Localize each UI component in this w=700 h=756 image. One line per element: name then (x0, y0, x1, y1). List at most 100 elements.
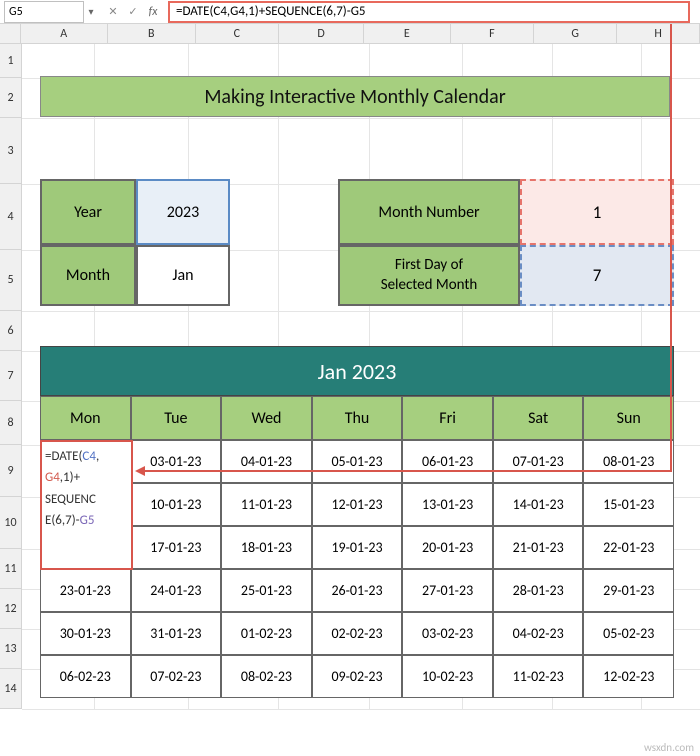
calendar-cell[interactable]: 02-02-23 (312, 612, 403, 655)
column-header[interactable]: H (617, 24, 700, 43)
calendar-cell[interactable]: 13-01-23 (402, 483, 493, 526)
row-header[interactable]: 14 (0, 669, 22, 709)
row-header[interactable]: 13 (0, 629, 22, 669)
formula-buttons: ✕ ✓ fx (104, 3, 162, 21)
calendar-row: 06-02-2307-02-2308-02-2309-02-2310-02-23… (40, 655, 674, 698)
calendar-cell[interactable]: 01-02-23 (221, 612, 312, 655)
row-header[interactable]: 2 (0, 78, 22, 118)
calendar-cell[interactable]: 09-02-23 (312, 655, 403, 698)
calendar-cell[interactable]: 23-01-23 (40, 569, 131, 612)
formula-ref-g4: G4 (45, 470, 60, 485)
page-title: Making Interactive Monthly Calendar (40, 76, 670, 117)
grid[interactable]: Making Interactive Monthly Calendar Year… (22, 44, 700, 709)
calendar-cell[interactable]: 14-01-23 (493, 483, 584, 526)
row-header[interactable]: 10 (0, 497, 22, 549)
column-header[interactable]: A (21, 24, 108, 43)
calendar-cell[interactable]: 06-01-23 (402, 440, 493, 483)
calendar-cell[interactable]: 21-01-23 (493, 526, 584, 569)
calendar-cell[interactable]: 20-01-23 (402, 526, 493, 569)
column-header[interactable]: C (196, 24, 280, 43)
calendar: Jan 2023 MonTueWedThuFriSatSun 03-01-230… (40, 346, 674, 698)
calendar-day-header: Sun (583, 396, 674, 440)
first-day-label-line1: First Day of (395, 256, 463, 276)
row-header[interactable]: 9 (0, 445, 22, 497)
calendar-cell[interactable]: 04-01-23 (221, 440, 312, 483)
row-header[interactable]: 5 (0, 250, 22, 311)
calendar-title: Jan 2023 (40, 346, 674, 396)
row-header[interactable]: 1 (0, 44, 22, 78)
calendar-cell[interactable]: 22-01-23 (583, 526, 674, 569)
row-header[interactable]: 7 (0, 351, 22, 401)
column-header[interactable]: F (451, 24, 535, 43)
column-header[interactable]: B (108, 24, 195, 43)
column-header[interactable]: D (279, 24, 364, 43)
month-number-cell[interactable]: 1 (520, 179, 674, 245)
calendar-cell[interactable]: 04-02-23 (493, 612, 584, 655)
first-day-label-line2: Selected Month (381, 276, 478, 296)
calendar-row: 23-01-2324-01-2325-01-2326-01-2327-01-23… (40, 569, 674, 612)
formula-part: =DATE( (45, 449, 82, 464)
name-box[interactable]: G5 (4, 1, 84, 23)
calendar-cell[interactable]: 17-01-23 (131, 526, 222, 569)
calendar-header-row: MonTueWedThuFriSatSun (40, 396, 674, 440)
calendar-cell[interactable]: 24-01-23 (131, 569, 222, 612)
calendar-cell[interactable]: 30-01-23 (40, 612, 131, 655)
calendar-day-header: Sat (493, 396, 584, 440)
calendar-cell[interactable]: 18-01-23 (221, 526, 312, 569)
calendar-cell[interactable]: 15-01-23 (583, 483, 674, 526)
calendar-cell[interactable]: 03-01-23 (131, 440, 222, 483)
calendar-cell[interactable]: 03-02-23 (402, 612, 493, 655)
formula-part: , (96, 449, 99, 464)
calendar-cell[interactable]: 10-01-23 (131, 483, 222, 526)
formula-ref-g5: G5 (80, 513, 95, 528)
formula-editing-cell[interactable]: =DATE(C4,G4,1)+SEQUENCE(6,7)-G5 (40, 440, 133, 570)
calendar-cell[interactable]: 11-01-23 (221, 483, 312, 526)
formula-bar: G5 ▾ ✕ ✓ fx =DATE(C4,G4,1)+SEQUENCE(6,7)… (0, 0, 700, 24)
year-label: Year (40, 179, 136, 245)
row-header[interactable]: 8 (0, 401, 22, 445)
calendar-cell[interactable]: 31-01-23 (131, 612, 222, 655)
calendar-day-header: Tue (131, 396, 222, 440)
calendar-cell[interactable]: 05-02-23 (583, 612, 674, 655)
calendar-cell[interactable]: 28-01-23 (493, 569, 584, 612)
calendar-cell[interactable]: 06-02-23 (40, 655, 131, 698)
first-day-cell[interactable]: 7 (520, 245, 674, 306)
first-day-label: First Day of Selected Month (338, 245, 520, 306)
month-value-cell[interactable]: Jan (136, 245, 230, 306)
year-value-cell[interactable]: 2023 (136, 179, 230, 245)
calendar-row: 03-01-2304-01-2305-01-2306-01-2307-01-23… (40, 440, 674, 483)
arrow-head-icon (135, 466, 145, 476)
calendar-cell[interactable]: 08-01-23 (583, 440, 674, 483)
row-header[interactable]: 6 (0, 311, 22, 351)
calendar-cell[interactable]: 12-02-23 (583, 655, 674, 698)
calendar-cell[interactable]: 27-01-23 (402, 569, 493, 612)
calendar-cell[interactable]: 07-01-23 (493, 440, 584, 483)
row-header[interactable]: 12 (0, 589, 22, 629)
calendar-day-header: Mon (40, 396, 131, 440)
month-number-label: Month Number (338, 179, 520, 245)
calendar-row: 30-01-2331-01-2301-02-2302-02-2303-02-23… (40, 612, 674, 655)
calendar-cell[interactable]: 25-01-23 (221, 569, 312, 612)
sheet-area: 1234567891011121314 Making Interactive M… (0, 44, 700, 709)
enter-icon[interactable]: ✓ (124, 3, 142, 21)
calendar-cell[interactable]: 05-01-23 (312, 440, 403, 483)
calendar-cell[interactable]: 12-01-23 (312, 483, 403, 526)
column-header[interactable]: G (534, 24, 617, 43)
calendar-cell[interactable]: 10-02-23 (402, 655, 493, 698)
calendar-cell[interactable]: 26-01-23 (312, 569, 403, 612)
row-header[interactable]: 11 (0, 549, 22, 589)
column-header[interactable]: E (364, 24, 451, 43)
calendar-cell[interactable]: 11-02-23 (493, 655, 584, 698)
calendar-cell[interactable]: 19-01-23 (312, 526, 403, 569)
fx-icon[interactable]: fx (144, 3, 162, 21)
cancel-icon[interactable]: ✕ (104, 3, 122, 21)
row-headers: 1234567891011121314 (0, 44, 22, 709)
calendar-cell[interactable]: 07-02-23 (131, 655, 222, 698)
select-all-button[interactable] (0, 24, 21, 43)
row-header[interactable]: 4 (0, 184, 22, 250)
name-box-dropdown-icon[interactable]: ▾ (84, 1, 98, 23)
calendar-cell[interactable]: 08-02-23 (221, 655, 312, 698)
formula-input[interactable]: =DATE(C4,G4,1)+SEQUENCE(6,7)-G5 (168, 1, 690, 23)
row-header[interactable]: 3 (0, 118, 22, 184)
calendar-cell[interactable]: 29-01-23 (583, 569, 674, 612)
